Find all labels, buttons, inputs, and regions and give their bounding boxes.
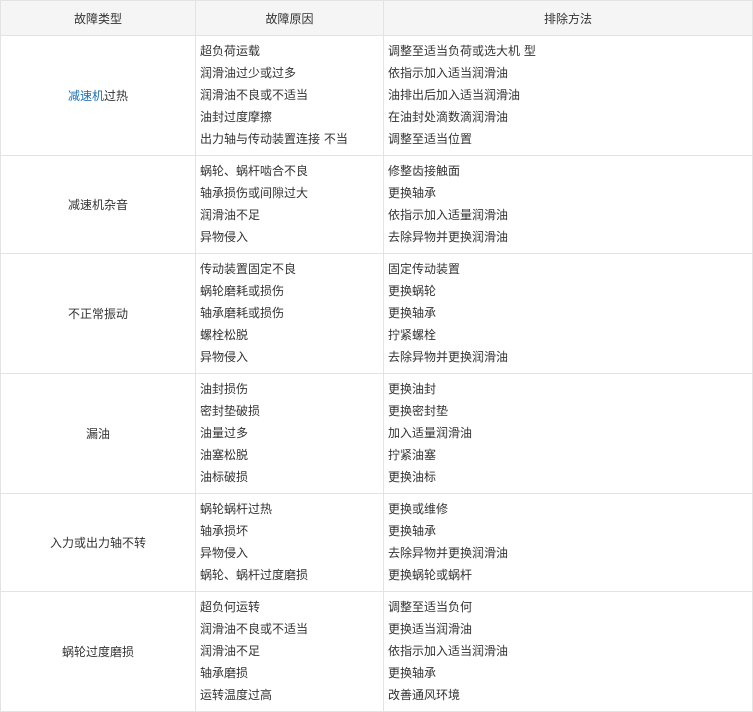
causes-cell: 蜗轮、蜗杆啮合不良 轴承损伤或间隙过大 润滑油不足 异物侵入 — [195, 155, 384, 254]
fault-troubleshooting-table: 故障类型 故障原因 排除方法 减速机过热 超负荷运载 润滑油过少或过多 润滑油不… — [0, 0, 753, 712]
cause-item: 异物侵入 — [200, 230, 249, 244]
remedies-cell: 更换油封 更换密封垫 加入适量润滑油 拧紧油塞 更换油标 — [383, 373, 753, 494]
remedy-item: 更换油封 — [388, 382, 437, 396]
cause-item: 蜗轮、蜗杆啮合不良 — [200, 164, 309, 178]
cause-item: 蜗轮磨耗或损伤 — [200, 284, 285, 298]
remedy-item: 去除异物并更换润滑油 — [388, 230, 509, 244]
causes-cell: 超负荷运载 润滑油过少或过多 润滑油不良或不适当 油封过度摩擦 出力轴与传动装置… — [195, 35, 384, 156]
remedies-cell: 更换或维修 更换轴承 去除异物并更换润滑油 更换蜗轮或蜗杆 — [383, 493, 753, 592]
reducer-link[interactable]: 减速机 — [68, 89, 104, 103]
fault-type-cell: 减速机过热 — [0, 35, 196, 156]
remedies-cell: 修整齿接触面 更换轴承 依指示加入适量润滑油 去除异物并更换润滑油 — [383, 155, 753, 254]
cause-item: 油封损伤 — [200, 382, 249, 396]
causes-cell: 蜗轮蜗杆过热 轴承损坏 异物侵入 蜗轮、蜗杆过度磨损 — [195, 493, 384, 592]
remedies-cell: 调整至适当负荷或选大机 型 依指示加入适当润滑油 油排出后加入适当润滑油 在油封… — [383, 35, 753, 156]
cause-item: 轴承损坏 — [200, 524, 249, 538]
table-row: 漏油 油封损伤 密封垫破损 油量过多 油塞松脱 油标破损 更换油封 更换密封垫 … — [0, 373, 753, 494]
remedy-item: 更换或维修 — [388, 502, 449, 516]
cause-item: 蜗轮蜗杆过热 — [200, 502, 273, 516]
remedy-item: 油排出后加入适当润滑油 — [388, 88, 521, 102]
cause-item: 轴承损伤或间隙过大 — [200, 186, 309, 200]
causes-cell: 传动装置固定不良 蜗轮磨耗或损伤 轴承磨耗或损伤 螺栓松脱 异物侵入 — [195, 253, 384, 374]
remedy-item: 加入适量润滑油 — [388, 426, 473, 440]
remedies-cell: 固定传动装置 更换蜗轮 更换轴承 拧紧螺栓 去除异物并更换润滑油 — [383, 253, 753, 374]
remedy-item: 固定传动装置 — [388, 262, 461, 276]
remedy-item: 更换轴承 — [388, 524, 437, 538]
cause-item: 轴承磨耗或损伤 — [200, 306, 285, 320]
remedy-item: 依指示加入适当润滑油 — [388, 66, 509, 80]
header-remedy: 排除方法 — [383, 0, 753, 36]
cause-item: 密封垫破损 — [200, 404, 261, 418]
remedies-cell: 调整至适当负何 更换适当润滑油 依指示加入适当润滑油 更换轴承 改善通风环境 — [383, 591, 753, 712]
remedy-item: 拧紧油塞 — [388, 448, 437, 462]
remedy-item: 更换轴承 — [388, 306, 437, 320]
remedy-item: 改善通风环境 — [388, 688, 461, 702]
remedy-item: 更换密封垫 — [388, 404, 449, 418]
table-body: 减速机过热 超负荷运载 润滑油过少或过多 润滑油不良或不适当 油封过度摩擦 出力… — [0, 35, 753, 712]
cause-item: 传动装置固定不良 — [200, 262, 297, 276]
cause-item: 轴承磨损 — [200, 666, 249, 680]
causes-cell: 油封损伤 密封垫破损 油量过多 油塞松脱 油标破损 — [195, 373, 384, 494]
remedy-item: 修整齿接触面 — [388, 164, 461, 178]
table-row: 减速机杂音 蜗轮、蜗杆啮合不良 轴承损伤或间隙过大 润滑油不足 异物侵入 修整齿… — [0, 155, 753, 254]
cause-item: 润滑油不足 — [200, 208, 261, 222]
cause-item: 螺栓松脱 — [200, 328, 249, 342]
cause-item: 异物侵入 — [200, 546, 249, 560]
table-row: 入力或出力轴不转 蜗轮蜗杆过热 轴承损坏 异物侵入 蜗轮、蜗杆过度磨损 更换或维… — [0, 493, 753, 592]
remedy-item: 依指示加入适当润滑油 — [388, 644, 509, 658]
cause-item: 超负何运转 — [200, 600, 261, 614]
remedy-item: 依指示加入适量润滑油 — [388, 208, 509, 222]
remedy-item: 去除异物并更换润滑油 — [388, 350, 509, 364]
fault-type-cell: 减速机杂音 — [0, 155, 196, 254]
cause-item: 出力轴与传动装置连接 不当 — [200, 132, 348, 146]
remedy-item: 更换油标 — [388, 470, 437, 484]
header-fault-cause: 故障原因 — [195, 0, 384, 36]
cause-item: 润滑油不良或不适当 — [200, 622, 309, 636]
fault-type-cell: 不正常振动 — [0, 253, 196, 374]
header-fault-type: 故障类型 — [0, 0, 196, 36]
remedy-item: 更换适当润滑油 — [388, 622, 473, 636]
table-header-row: 故障类型 故障原因 排除方法 — [0, 0, 753, 36]
fault-type-cell: 入力或出力轴不转 — [0, 493, 196, 592]
table-row: 蜗轮过度磨损 超负何运转 润滑油不良或不适当 润滑油不足 轴承磨损 运转温度过高… — [0, 591, 753, 712]
remedy-item: 调整至适当负荷或选大机 型 — [388, 44, 536, 58]
fault-type-suffix: 过热 — [104, 89, 129, 103]
cause-item: 蜗轮、蜗杆过度磨损 — [200, 568, 309, 582]
cause-item: 润滑油不良或不适当 — [200, 88, 309, 102]
cause-item: 超负荷运载 — [200, 44, 261, 58]
cause-item: 异物侵入 — [200, 350, 249, 364]
fault-type-cell: 漏油 — [0, 373, 196, 494]
remedy-item: 在油封处滴数滴润滑油 — [388, 110, 509, 124]
remedy-item: 拧紧螺栓 — [388, 328, 437, 342]
cause-item: 润滑油过少或过多 — [200, 66, 297, 80]
cause-item: 运转温度过高 — [200, 688, 273, 702]
cause-item: 油标破损 — [200, 470, 249, 484]
remedy-item: 去除异物并更换润滑油 — [388, 546, 509, 560]
causes-cell: 超负何运转 润滑油不良或不适当 润滑油不足 轴承磨损 运转温度过高 — [195, 591, 384, 712]
cause-item: 油量过多 — [200, 426, 249, 440]
table-row: 减速机过热 超负荷运载 润滑油过少或过多 润滑油不良或不适当 油封过度摩擦 出力… — [0, 35, 753, 156]
remedy-item: 更换蜗轮 — [388, 284, 437, 298]
table-row: 不正常振动 传动装置固定不良 蜗轮磨耗或损伤 轴承磨耗或损伤 螺栓松脱 异物侵入… — [0, 253, 753, 374]
fault-type-cell: 蜗轮过度磨损 — [0, 591, 196, 712]
cause-item: 润滑油不足 — [200, 644, 261, 658]
remedy-item: 更换蜗轮或蜗杆 — [388, 568, 473, 582]
remedy-item: 调整至适当负何 — [388, 600, 473, 614]
remedy-item: 调整至适当位置 — [388, 132, 473, 146]
remedy-item: 更换轴承 — [388, 186, 437, 200]
cause-item: 油塞松脱 — [200, 448, 249, 462]
remedy-item: 更换轴承 — [388, 666, 437, 680]
cause-item: 油封过度摩擦 — [200, 110, 273, 124]
